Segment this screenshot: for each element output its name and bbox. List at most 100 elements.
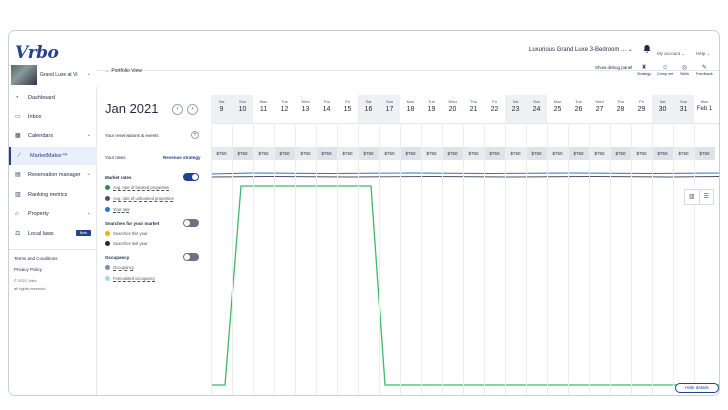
rate-cell[interactable]: $750 <box>673 147 694 160</box>
sidebar-item-label: Ranking metrics <box>28 192 68 198</box>
bell-icon[interactable] <box>643 44 651 53</box>
day-header[interactable]: Thu 21 <box>463 95 484 123</box>
day-number: 13 <box>301 106 310 113</box>
rate-cell[interactable]: $750 <box>442 147 463 160</box>
strategy-button[interactable]: ♜ Strategy <box>637 65 651 76</box>
view-toggle: ▥ ☰ <box>684 189 714 205</box>
skills-icon: ◎ <box>681 65 688 71</box>
rate-cell[interactable]: $750 <box>400 147 421 160</box>
rate-cell[interactable]: $750 <box>589 147 610 160</box>
skills-button[interactable]: ◎ Skills <box>680 65 689 76</box>
sidebar-item-property[interactable]: ⌂ Property ⌄ <box>9 205 97 223</box>
legend-forecasted-occupancy[interactable]: Forecasted occupancy <box>105 276 155 281</box>
day-of-week: Wed <box>595 99 604 104</box>
sidebar-item-dashboard[interactable]: ◔ Dashboard <box>9 89 97 107</box>
market-rates-toggle[interactable] <box>183 173 199 181</box>
legend-searches-this-year[interactable]: Searches this year <box>105 231 148 236</box>
feedback-button[interactable]: ✎ Feedback <box>696 65 713 76</box>
rate-cell[interactable]: $750 <box>694 147 715 160</box>
day-of-week: Sat <box>512 99 519 104</box>
prev-month-button[interactable]: ‹ <box>172 104 183 115</box>
rate-cell[interactable]: $750 <box>505 147 526 160</box>
sidebar-item-calendars[interactable]: ▦ Calendars ⌄ <box>9 127 97 145</box>
day-header[interactable]: Mon 18 <box>400 95 421 123</box>
privacy-link[interactable]: Privacy Policy <box>14 267 42 272</box>
sidebar-item-reservation-manager[interactable]: ▤ Reservation manager ⌄ <box>9 166 97 184</box>
day-header[interactable]: Wed 13 <box>295 95 316 123</box>
sidebar-item-marketmaker[interactable]: ⟋ MarketMaker™ <box>9 147 97 165</box>
legend-unbooked[interactable]: Avg. rate of unbooked properties <box>105 196 174 201</box>
sidebar-item-local-laws[interactable]: ⚖ Local laws Beta <box>9 225 97 243</box>
legend-dot <box>105 231 110 236</box>
day-header[interactable]: Thu 14 <box>316 95 337 123</box>
day-header[interactable]: Sat 16 <box>358 95 379 123</box>
revenue-strategy-link[interactable]: Revenue strategy <box>163 155 201 160</box>
rate-cell[interactable]: $750 <box>211 147 232 160</box>
rate-cell[interactable]: $750 <box>232 147 253 160</box>
rate-cell[interactable]: $750 <box>253 147 274 160</box>
legend-searches-last-year[interactable]: Searches last year <box>105 241 148 246</box>
rate-cell[interactable]: $750 <box>484 147 505 160</box>
chart-view-icon[interactable]: ▥ <box>685 190 699 204</box>
my-account-menu[interactable]: My account ⌄ <box>657 51 685 57</box>
occupancy-toggle[interactable] <box>183 253 199 261</box>
rate-cell[interactable]: $750 <box>295 147 316 160</box>
legend-your-rate[interactable]: Your rate <box>105 207 130 212</box>
sidebar-item-ranking-metrics[interactable]: ▥ Ranking metrics <box>9 186 97 204</box>
day-header[interactable]: Tue 19 <box>421 95 442 123</box>
rate-cell[interactable]: $750 <box>526 147 547 160</box>
day-header[interactable]: Sat 23 <box>505 95 526 123</box>
day-header[interactable]: Mon 25 <box>547 95 568 123</box>
terms-link[interactable]: Terms and Conditions <box>14 256 58 261</box>
rate-cell[interactable]: $750 <box>568 147 589 160</box>
day-header[interactable]: Tue 12 <box>274 95 295 123</box>
next-month-button[interactable]: › <box>187 104 198 115</box>
chevron-right-icon: › <box>191 106 194 112</box>
legend-occupancy[interactable]: Occupancy <box>105 265 134 270</box>
help-menu[interactable]: Help ⌄ <box>696 51 710 57</box>
list-view-icon[interactable]: ☰ <box>698 190 714 204</box>
rate-cell[interactable]: $750 <box>274 147 295 160</box>
rate-cell[interactable]: $750 <box>463 147 484 160</box>
searches-toggle[interactable] <box>183 219 199 227</box>
day-header[interactable]: Wed 20 <box>442 95 463 123</box>
rate-cell[interactable]: $750 <box>631 147 652 160</box>
rate-cell[interactable]: $750 <box>421 147 442 160</box>
reservations-label: Your reservations & events <box>105 133 159 138</box>
property-card[interactable]: Grand Luxe at Vi ⌄ <box>9 63 97 87</box>
vrbo-logo[interactable]: Vrbo <box>15 43 59 63</box>
legend-booked[interactable]: Avg. rate of booked properties <box>105 185 169 190</box>
day-header[interactable]: Fri 22 <box>484 95 505 123</box>
rate-cell[interactable]: $750 <box>358 147 379 160</box>
day-header[interactable]: Fri 15 <box>337 95 358 123</box>
day-header[interactable]: Wed 27 <box>589 95 610 123</box>
day-header[interactable]: Mon 11 <box>253 95 274 123</box>
add-event-button[interactable]: + <box>191 131 199 139</box>
day-header[interactable]: Sun 24 <box>526 95 547 123</box>
day-header[interactable]: Sun 31 <box>673 95 694 123</box>
day-header[interactable]: Thu 28 <box>610 95 631 123</box>
day-header[interactable]: Tue 26 <box>568 95 589 123</box>
rate-cell[interactable]: $750 <box>379 147 400 160</box>
day-header[interactable]: Sun 17 <box>379 95 400 123</box>
legend-label: Avg. rate of booked properties <box>113 185 170 190</box>
property-selector[interactable]: Luxurious Grand Luxe 3-Bedroom ... ⌄ <box>529 46 633 53</box>
hide-details-button[interactable]: Hide details <box>675 383 719 393</box>
rate-cell[interactable]: $750 <box>337 147 358 160</box>
feedback-label: Feedback <box>696 72 713 76</box>
sidebar-item-inbox[interactable]: ▭ Inbox <box>9 108 97 126</box>
rate-cell[interactable]: $750 <box>316 147 337 160</box>
comp-set-button[interactable]: ☺ Comp set <box>657 65 673 76</box>
day-header[interactable]: Fri 29 <box>631 95 652 123</box>
debug-panel-toggle[interactable]: Show debug panel <box>595 65 632 70</box>
rate-cell[interactable]: $750 <box>547 147 568 160</box>
day-of-week: Thu <box>470 99 477 104</box>
rate-cell[interactable]: $750 <box>610 147 631 160</box>
day-header[interactable]: Sat 9 <box>211 95 232 123</box>
day-header[interactable]: Mon Feb 1 <box>694 95 715 123</box>
portfolio-view-link[interactable]: ← Portfolio View <box>105 68 142 74</box>
day-number: 9 <box>219 106 224 113</box>
day-header[interactable]: Sun 10 <box>232 95 253 123</box>
day-header[interactable]: Sat 30 <box>652 95 673 123</box>
rate-cell[interactable]: $750 <box>652 147 673 160</box>
